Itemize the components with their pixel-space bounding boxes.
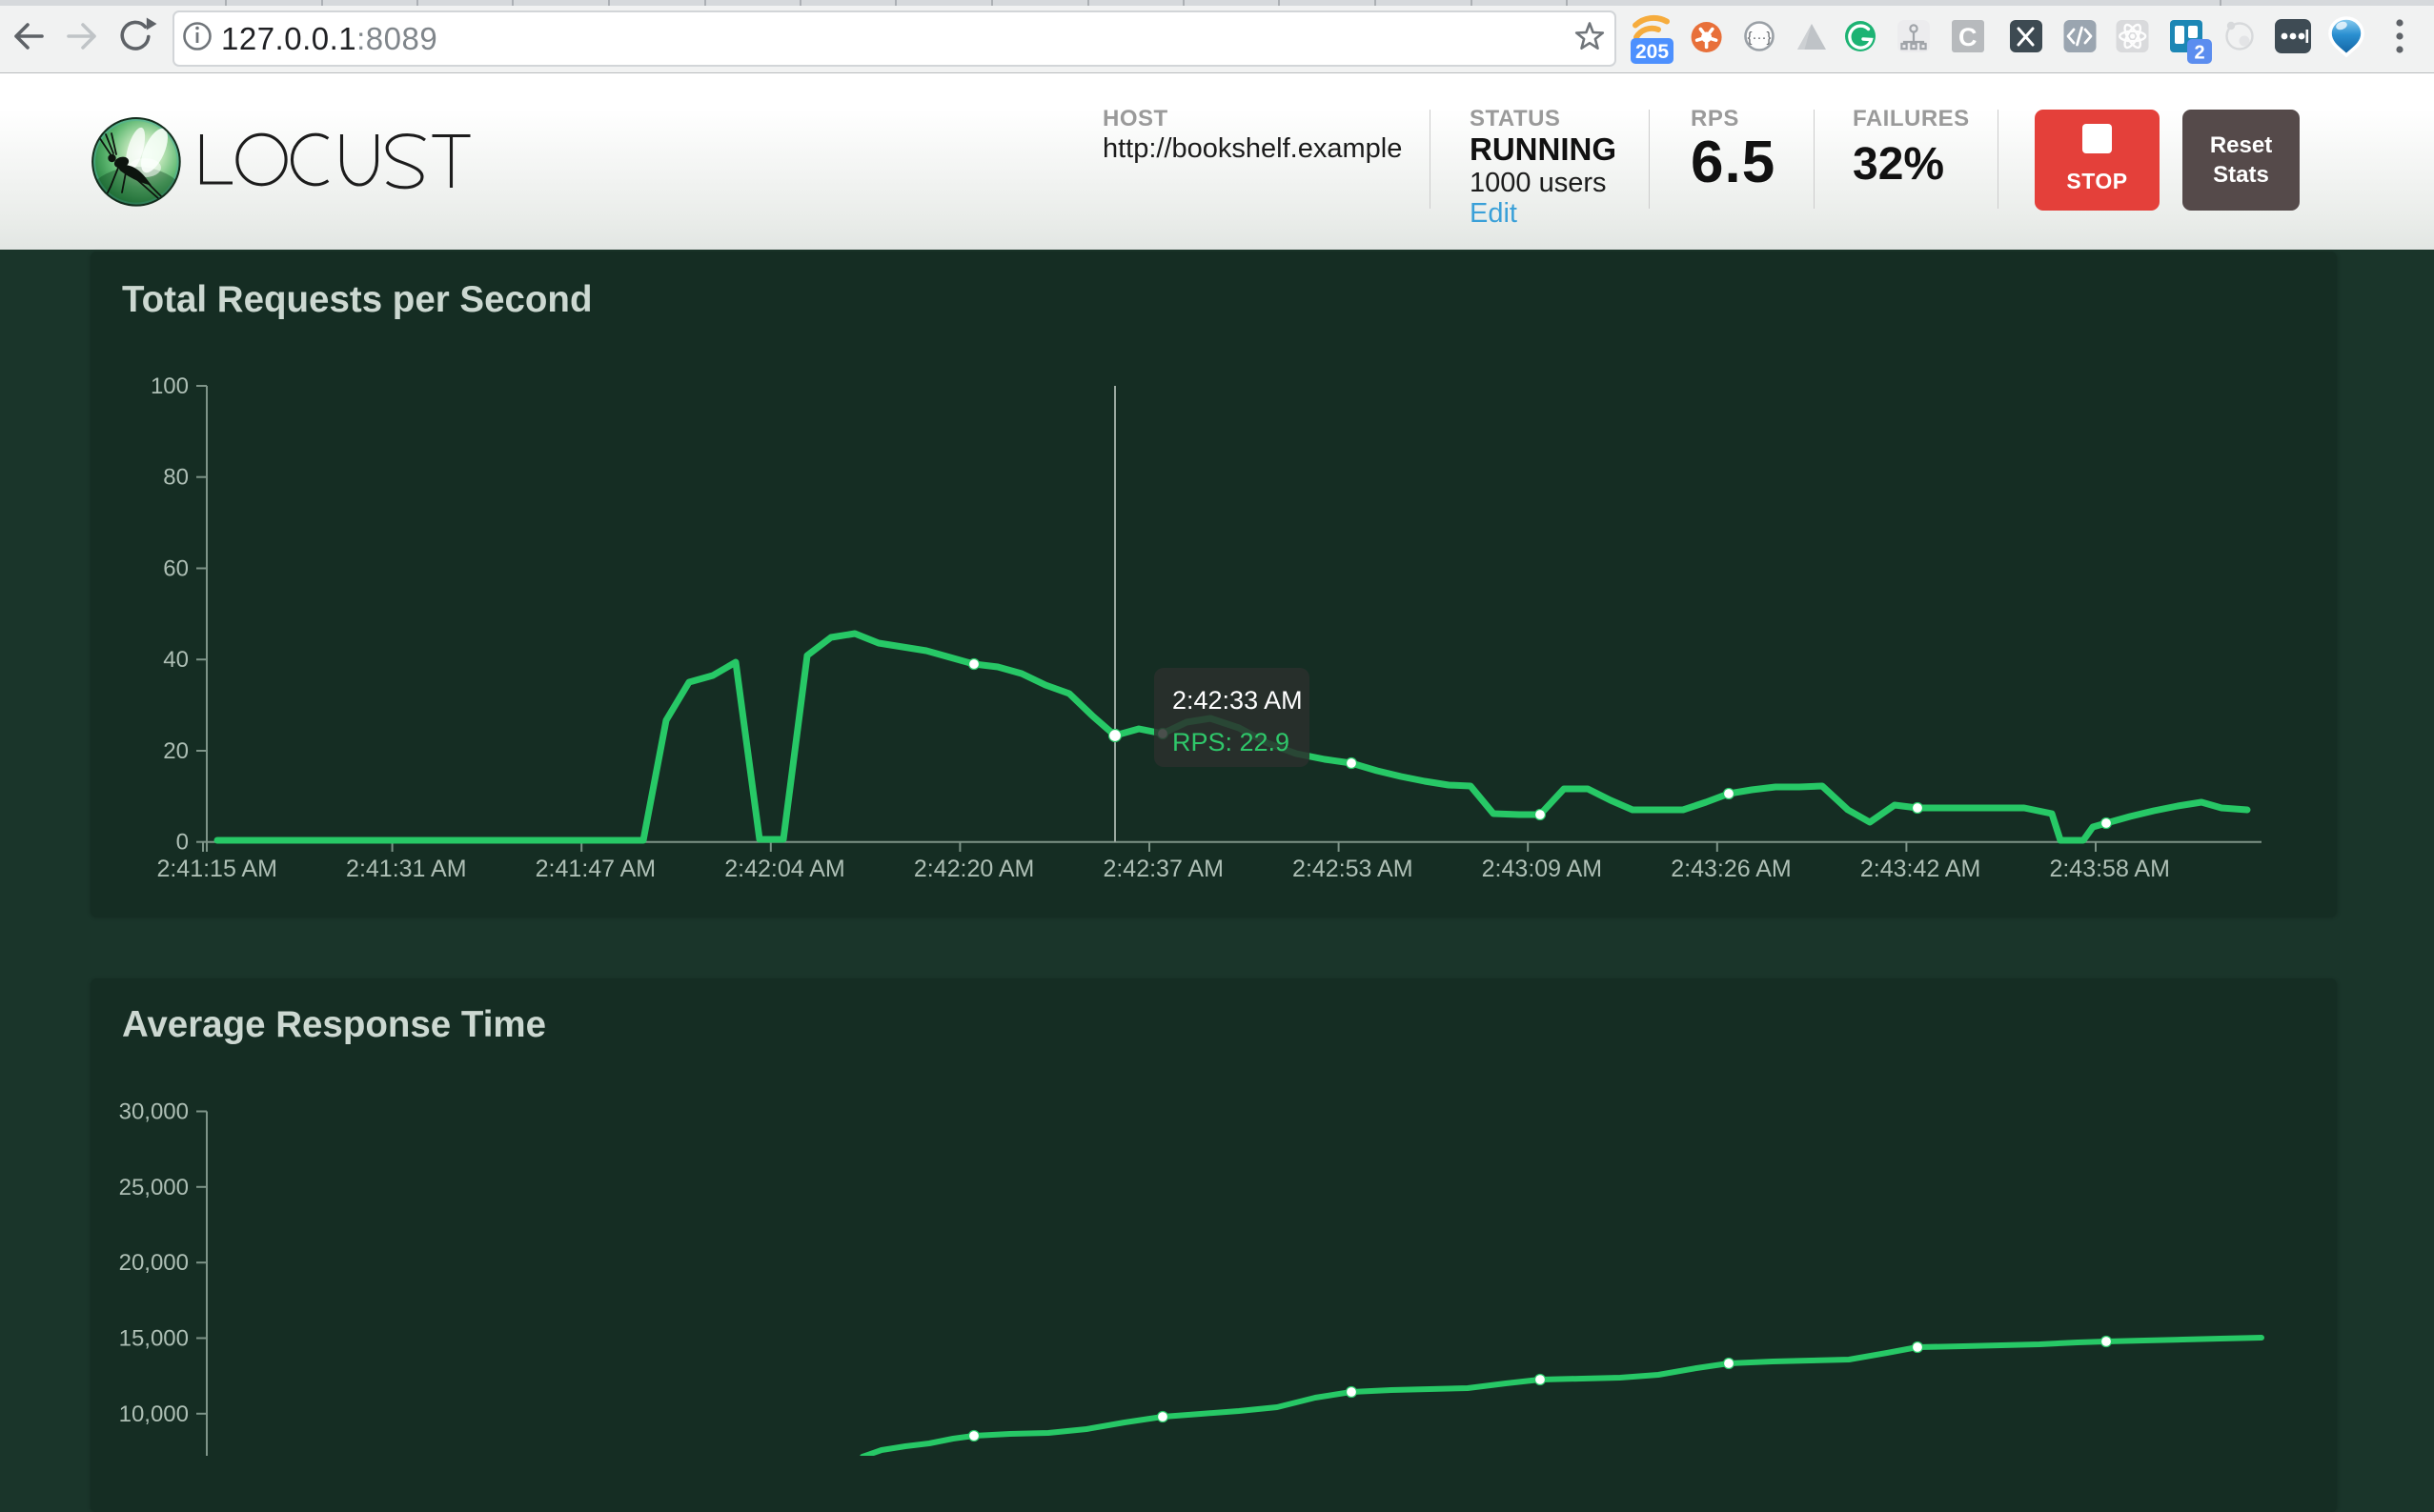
svg-text:205: 205 — [1635, 41, 1669, 63]
svg-text:2:42:53 AM: 2:42:53 AM — [1292, 856, 1412, 882]
svg-text:60: 60 — [163, 556, 189, 582]
svg-text:2: 2 — [2194, 43, 2204, 64]
svg-text:2:42:04 AM: 2:42:04 AM — [724, 856, 844, 882]
svg-text:2:42:37 AM: 2:42:37 AM — [1103, 856, 1223, 882]
svg-text:RPS: 22.9: RPS: 22.9 — [1172, 728, 1289, 756]
svg-text:2:42:20 AM: 2:42:20 AM — [914, 856, 1034, 882]
svg-text:2:41:15 AM: 2:41:15 AM — [156, 856, 276, 882]
svg-text:2:42:33 AM: 2:42:33 AM — [1172, 686, 1303, 715]
svg-text:80: 80 — [163, 465, 189, 491]
svg-text:15,000: 15,000 — [119, 1326, 189, 1352]
svg-text:30,000: 30,000 — [119, 1099, 189, 1125]
svg-text:40: 40 — [163, 647, 189, 673]
svg-text:0: 0 — [176, 830, 189, 856]
svg-text:10,000: 10,000 — [119, 1401, 189, 1427]
svg-text:2:43:09 AM: 2:43:09 AM — [1482, 856, 1602, 882]
svg-text:2:43:26 AM: 2:43:26 AM — [1671, 856, 1791, 882]
svg-text:100: 100 — [151, 373, 189, 399]
svg-text:2:43:42 AM: 2:43:42 AM — [1860, 856, 1980, 882]
svg-text:20: 20 — [163, 738, 189, 764]
svg-text:2:41:47 AM: 2:41:47 AM — [536, 856, 656, 882]
svg-text:{···}: {···} — [1747, 30, 1771, 46]
svg-text:25,000: 25,000 — [119, 1175, 189, 1200]
svg-text:2:41:31 AM: 2:41:31 AM — [346, 856, 466, 882]
svg-text:20,000: 20,000 — [119, 1250, 189, 1276]
svg-text:2:43:58 AM: 2:43:58 AM — [2049, 856, 2169, 882]
svg-text:C: C — [1958, 23, 1978, 51]
